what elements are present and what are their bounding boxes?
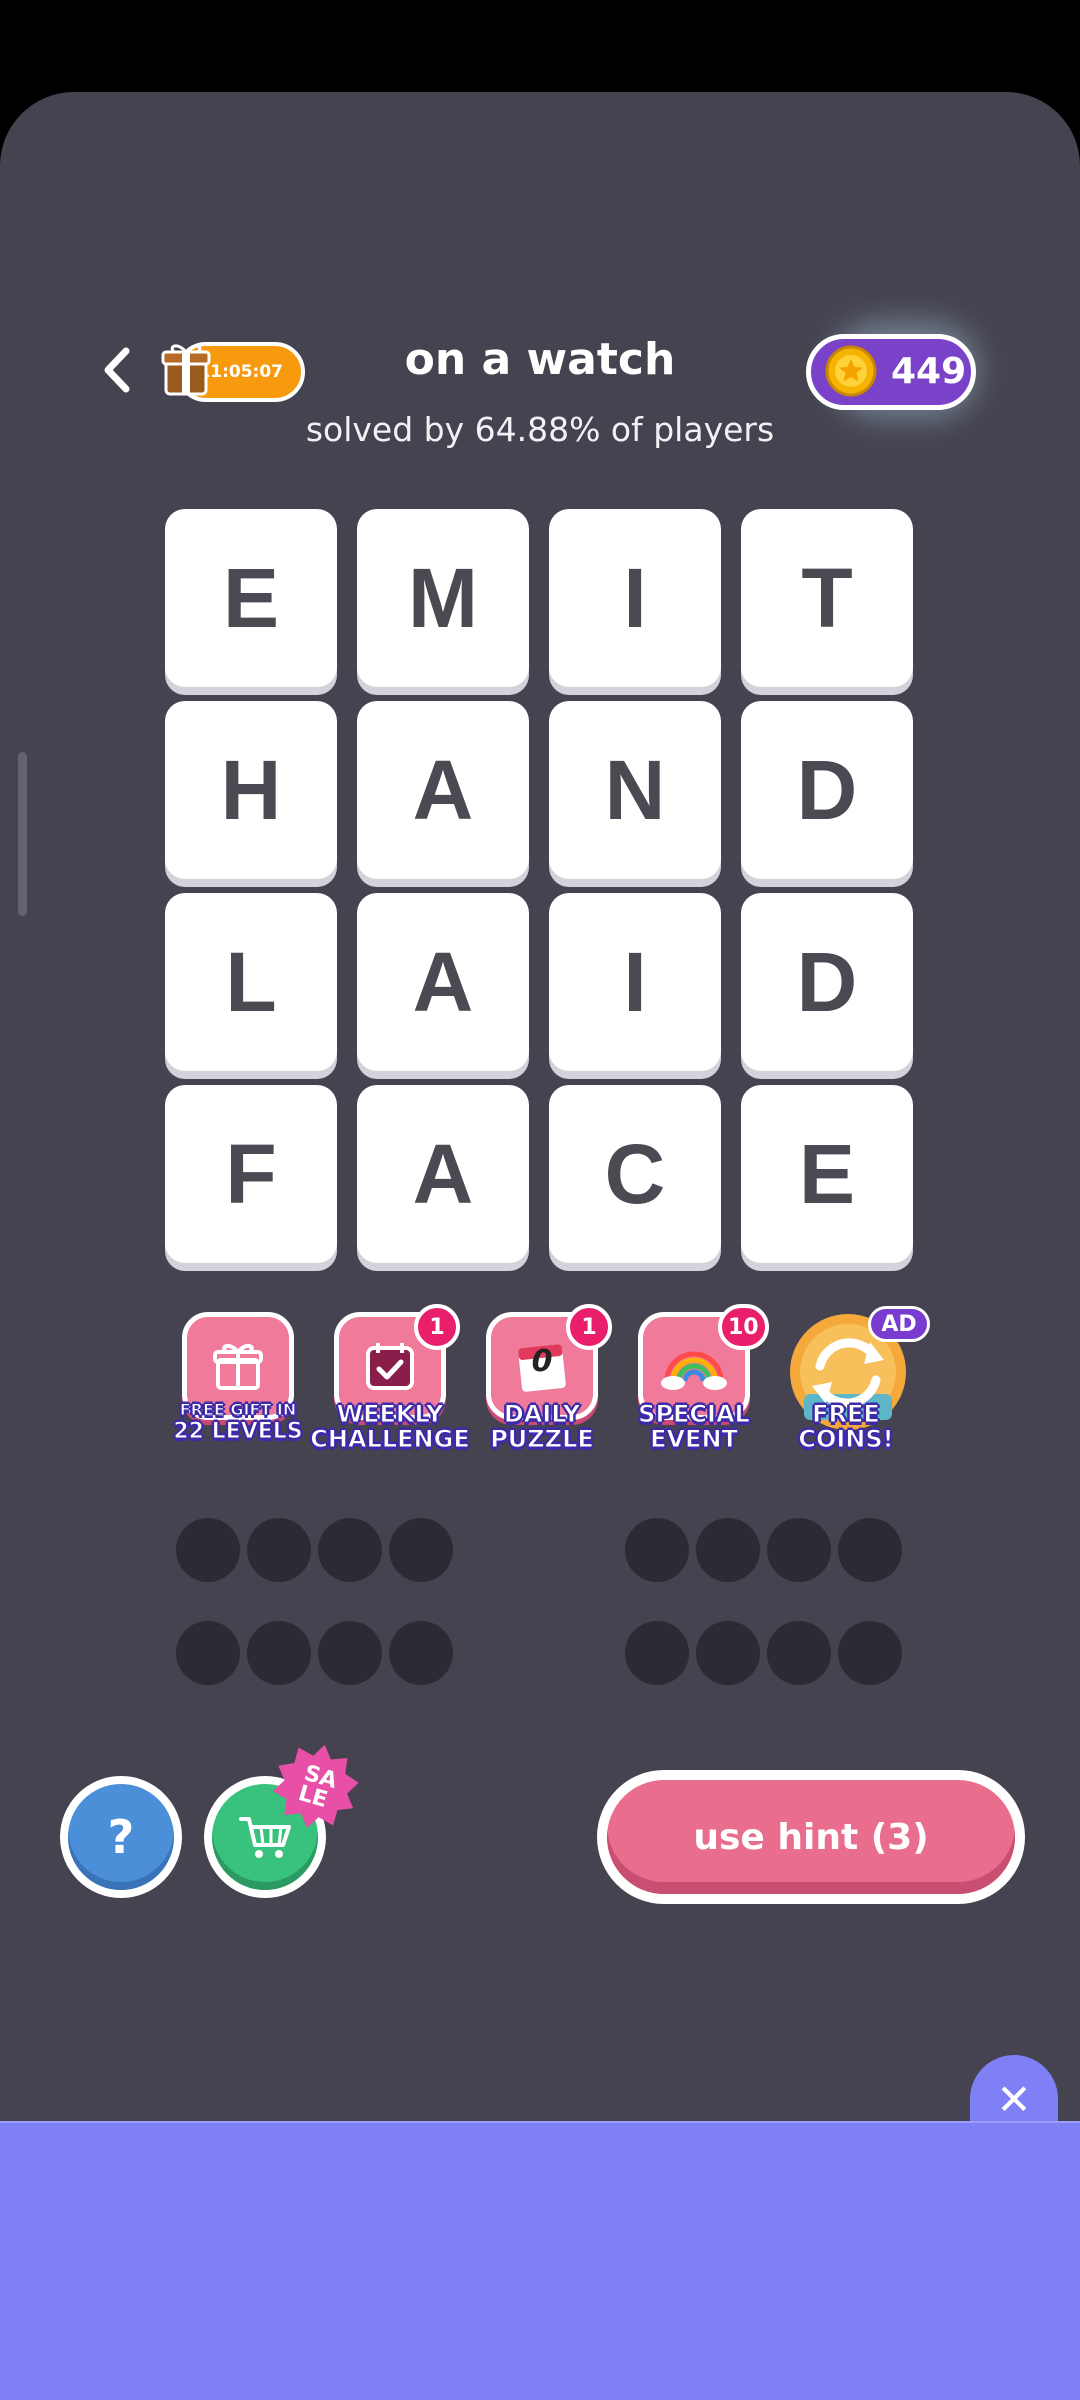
ad-badge: AD bbox=[868, 1306, 930, 1342]
answer-slot bbox=[389, 1621, 453, 1685]
weekly-challenge-bonus[interactable]: 1 WEEKLY CHALLENGE bbox=[310, 1304, 470, 1456]
back-icon bbox=[104, 347, 130, 393]
answer-slot bbox=[318, 1518, 382, 1582]
daily-badge: 1 bbox=[566, 1304, 612, 1350]
letter-tile[interactable]: I bbox=[549, 893, 721, 1071]
special-event-bonus[interactable]: 10 SPECIAL EVENT bbox=[624, 1304, 769, 1456]
answer-slot bbox=[696, 1621, 760, 1685]
letter-tile[interactable]: A bbox=[357, 893, 529, 1071]
letter-tile[interactable]: D bbox=[741, 701, 913, 879]
answer-slot bbox=[838, 1518, 902, 1582]
answer-slot bbox=[247, 1621, 311, 1685]
daily-puzzle-bonus[interactable]: 0 1 DAILY PUZZLE bbox=[472, 1304, 612, 1456]
letter-tile[interactable]: M bbox=[357, 509, 529, 687]
ad-banner[interactable] bbox=[0, 2121, 1080, 2400]
use-hint-button[interactable]: use hint (3) bbox=[597, 1770, 1025, 1904]
letter-tile[interactable]: I bbox=[549, 509, 721, 687]
bonus-row: FREE GIFT IN 22 LEVELS 1 WEEKLY CHALLENG… bbox=[168, 1304, 930, 1456]
answer-slot bbox=[696, 1518, 760, 1582]
letter-tile[interactable]: N bbox=[549, 701, 721, 879]
letter-tile[interactable]: E bbox=[741, 1085, 913, 1263]
answer-slot bbox=[176, 1621, 240, 1685]
gift-timer[interactable]: 11:05:07 bbox=[160, 340, 305, 404]
weekly-badge: 1 bbox=[414, 1304, 460, 1350]
gift-icon bbox=[213, 1344, 263, 1390]
answer-slot bbox=[625, 1621, 689, 1685]
letter-tile[interactable]: A bbox=[357, 701, 529, 879]
scroll-indicator[interactable] bbox=[18, 752, 27, 916]
free-coins-bonus[interactable]: AD FREE COINS! bbox=[776, 1306, 930, 1456]
letter-grid: E M I T H A N D L A I D F A C E bbox=[165, 509, 915, 1269]
letter-tile[interactable]: C bbox=[549, 1085, 721, 1263]
answer-slot bbox=[176, 1518, 240, 1582]
calendar-icon bbox=[366, 1343, 414, 1390]
help-button[interactable]: ? bbox=[60, 1776, 182, 1898]
letter-tile[interactable]: F bbox=[165, 1085, 337, 1263]
answer-slot bbox=[625, 1518, 689, 1582]
puzzle-title: on a watch bbox=[404, 334, 676, 385]
special-badge: 10 bbox=[718, 1304, 769, 1350]
answer-slot bbox=[389, 1518, 453, 1582]
answer-slot bbox=[767, 1518, 831, 1582]
back-button[interactable] bbox=[92, 340, 142, 400]
letter-tile[interactable]: T bbox=[741, 509, 913, 687]
letter-tile[interactable]: H bbox=[165, 701, 337, 879]
solve-rate: solved by 64.88% of players bbox=[305, 410, 775, 449]
letter-tile[interactable]: D bbox=[741, 893, 913, 1071]
coin-balance[interactable]: 449 bbox=[806, 334, 976, 410]
answer-slot bbox=[838, 1621, 902, 1685]
letter-tile[interactable]: E bbox=[165, 509, 337, 687]
answer-slot bbox=[247, 1518, 311, 1582]
free-coins-line2: COINS! bbox=[798, 1425, 894, 1453]
letter-tile[interactable]: A bbox=[357, 1085, 529, 1263]
coin-icon bbox=[825, 345, 877, 397]
letter-tile[interactable]: L bbox=[165, 893, 337, 1071]
coin-count: 449 bbox=[891, 351, 967, 392]
daily-calendar-value: 0 bbox=[531, 1344, 553, 1379]
use-hint-label: use hint (3) bbox=[607, 1780, 1015, 1894]
rainbow-icon bbox=[661, 1351, 727, 1390]
free-gift-bonus[interactable]: FREE GIFT IN 22 LEVELS bbox=[168, 1306, 308, 1456]
answer-slot bbox=[767, 1621, 831, 1685]
answer-slot bbox=[318, 1621, 382, 1685]
free-coins-line1: FREE bbox=[812, 1400, 881, 1428]
help-label: ? bbox=[68, 1784, 174, 1890]
gift-icon bbox=[161, 344, 211, 396]
sale-badge: SA LE bbox=[272, 1744, 359, 1829]
